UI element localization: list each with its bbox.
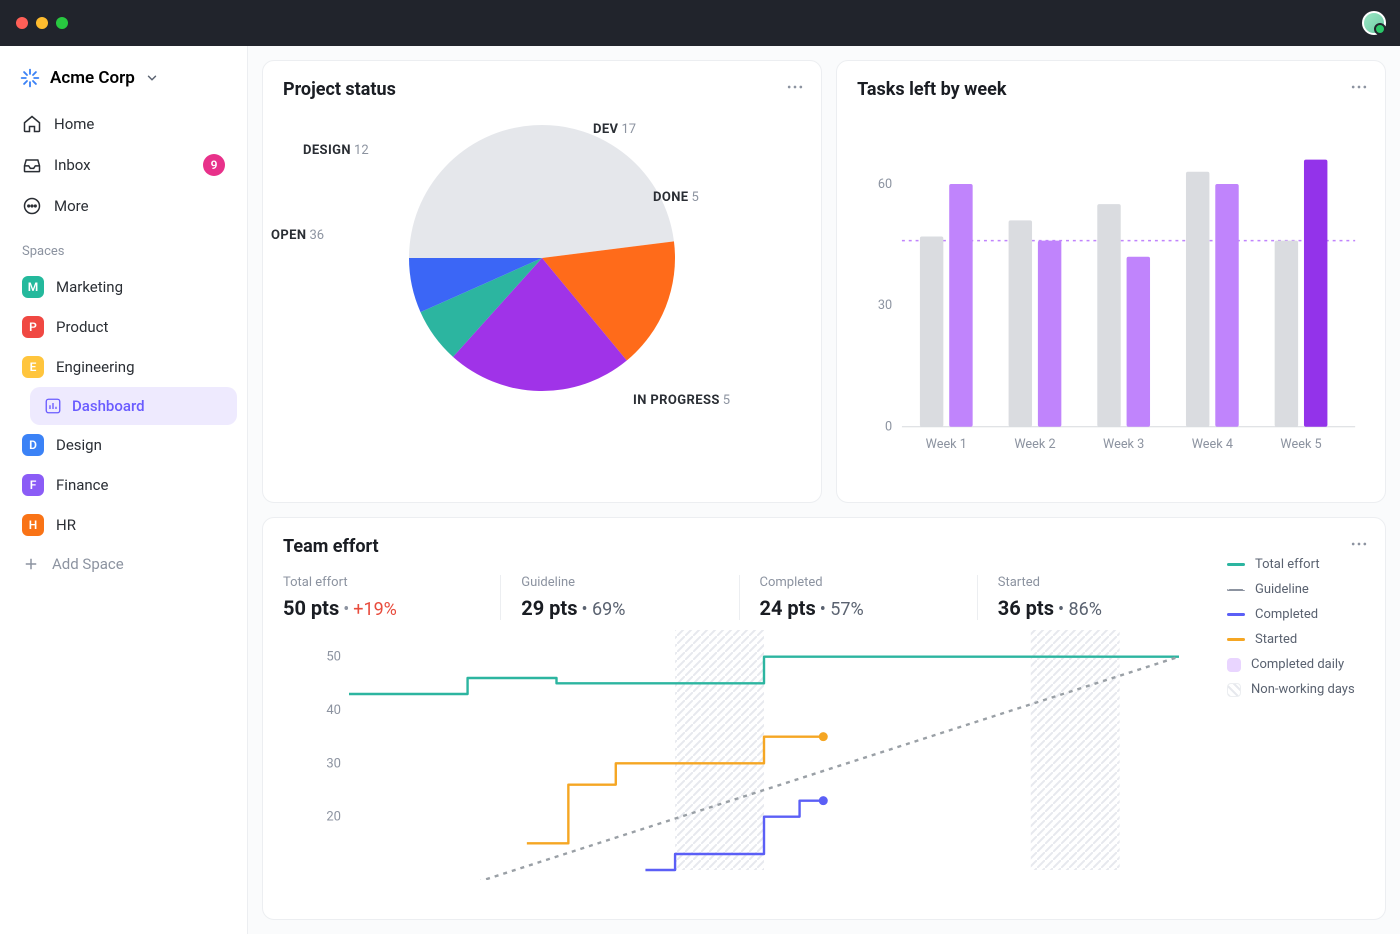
add-space-label: Add Space [52,555,124,573]
card-title: Project status [283,79,801,100]
nav-label: Inbox [54,156,91,174]
svg-text:Week 4: Week 4 [1192,437,1233,452]
metric-guideline: Guideline 29 pts • 69% [501,575,739,620]
space-finance[interactable]: F Finance [10,465,237,505]
team-effort-legend: Total effort Guideline Completed Started… [1215,557,1365,884]
space-label: Finance [56,476,108,494]
ellipsis-icon [1349,77,1369,97]
card-team-effort: Team effort Total effort 50 pts • +19% G… [262,517,1386,920]
svg-text:40: 40 [326,703,341,718]
card-title: Tasks left by week [857,79,1365,100]
chevron-down-icon [145,71,159,85]
plus-icon [22,555,40,573]
space-marketing[interactable]: M Marketing [10,267,237,307]
workspace-logo-icon [20,68,40,88]
space-label: Marketing [56,278,123,296]
spaces-header: Spaces [10,226,237,267]
svg-text:60: 60 [878,177,892,192]
team-effort-metrics: Total effort 50 pts • +19% Guideline 29 … [283,575,1215,620]
space-engineering[interactable]: E Engineering [10,347,237,387]
card-project-status: Project status OPEN36 DESIGN12 DEV17 DON… [262,60,822,503]
svg-text:Week 2: Week 2 [1014,437,1055,452]
svg-text:Week 5: Week 5 [1281,437,1322,452]
main-content: Project status OPEN36 DESIGN12 DEV17 DON… [248,46,1400,934]
card-menu-button[interactable] [1349,534,1369,558]
nav-label: More [54,197,89,215]
add-space-button[interactable]: Add Space [10,545,237,583]
window-controls[interactable] [16,17,68,29]
svg-text:Week 3: Week 3 [1103,437,1144,452]
svg-text:20: 20 [326,810,341,825]
space-design[interactable]: D Design [10,425,237,465]
nav-more[interactable]: More [10,186,237,226]
svg-text:Week 1: Week 1 [926,437,967,452]
dashboard-icon [44,397,62,415]
metric-completed: Completed 24 pts • 57% [740,575,978,620]
space-label: Design [56,436,102,454]
space-product[interactable]: P Product [10,307,237,347]
team-effort-chart: 20 30 40 50 [283,620,1215,880]
space-chip-icon: E [22,356,44,378]
metric-started: Started 36 pts • 86% [978,575,1215,620]
close-window-icon[interactable] [16,17,28,29]
space-chip-icon: F [22,474,44,496]
workspace-name: Acme Corp [50,68,135,88]
inbox-icon [22,155,42,175]
svg-text:50: 50 [326,650,341,665]
space-chip-icon: P [22,316,44,338]
ellipsis-icon [1349,534,1369,554]
inbox-badge: 9 [203,154,225,176]
maximize-window-icon[interactable] [56,17,68,29]
titlebar [0,0,1400,46]
space-hr[interactable]: H HR [10,505,237,545]
card-tasks-by-week: Tasks left by week 0 30 60 Week 1 Week 2 Week… [836,60,1386,503]
svg-text:0: 0 [885,420,892,435]
space-label: Product [56,318,108,336]
card-title: Team effort [283,536,1365,557]
space-label: Engineering [56,358,135,376]
nav-inbox[interactable]: Inbox 9 [10,144,237,186]
svg-text:30: 30 [878,298,892,313]
workspace-switcher[interactable]: Acme Corp [10,60,237,104]
minimize-window-icon[interactable] [36,17,48,29]
space-chip-icon: H [22,514,44,536]
card-menu-button[interactable] [1349,77,1369,101]
sidebar: Acme Corp Home Inbox 9 More Spaces M Mar… [0,46,248,934]
sidebar-dashboard[interactable]: Dashboard [30,387,237,425]
home-icon [22,114,42,134]
dashboard-label: Dashboard [72,397,145,415]
nav-label: Home [54,115,94,133]
space-chip-icon: D [22,434,44,456]
bar-chart: 0 30 60 Week 1 Week 2 Week 3 Week 4 Week 5 [857,100,1365,480]
more-icon [22,196,42,216]
card-menu-button[interactable] [785,77,805,101]
svg-text:30: 30 [326,756,341,771]
ellipsis-icon [785,77,805,97]
space-chip-icon: M [22,276,44,298]
nav-home[interactable]: Home [10,104,237,144]
metric-total: Total effort 50 pts • +19% [283,575,501,620]
space-label: HR [56,516,76,534]
pie-chart: OPEN36 DESIGN12 DEV17 DONE5 IN PROGRESS5 [283,118,801,478]
user-avatar[interactable] [1362,11,1386,35]
